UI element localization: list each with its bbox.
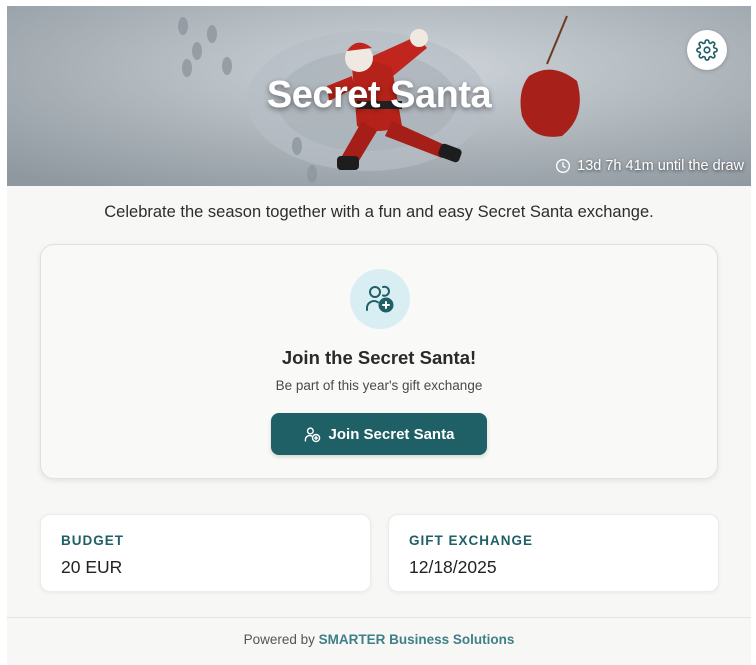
- gear-icon: [696, 39, 718, 61]
- gift-exchange-label: GIFT EXCHANGE: [409, 533, 534, 548]
- user-plus-icon: [364, 283, 396, 315]
- gift-exchange-date: 12/18/2025: [409, 557, 497, 577]
- join-icon-circle: [350, 269, 410, 329]
- settings-button[interactable]: [687, 30, 727, 70]
- user-plus-icon: [304, 426, 321, 443]
- tagline: Celebrate the season together with a fun…: [104, 203, 654, 221]
- countdown-text: 13d 7h 41m until the draw: [577, 158, 744, 174]
- clock-icon: [555, 158, 571, 174]
- countdown: 13d 7h 41m until the draw: [555, 158, 744, 174]
- budget-value: 20 EUR: [61, 557, 123, 577]
- budget-label: BUDGET: [61, 533, 124, 548]
- footer-prefix: Powered by: [243, 632, 319, 647]
- gift-exchange-card: GIFT EXCHANGE 12/18/2025: [388, 514, 719, 592]
- page: Secret Santa 13d 7h 41m until the draw C…: [7, 6, 751, 665]
- join-card: Join the Secret Santa! Be part of this y…: [40, 244, 718, 479]
- footer-link[interactable]: SMARTER Business Solutions: [319, 632, 515, 647]
- join-button-label: Join Secret Santa: [328, 425, 455, 443]
- budget-card: BUDGET 20 EUR: [40, 514, 371, 592]
- join-subtitle: Be part of this year's gift exchange: [275, 378, 483, 393]
- join-title: Join the Secret Santa!: [281, 347, 477, 368]
- footer: Powered by SMARTER Business Solutions: [7, 617, 751, 665]
- hero-banner: Secret Santa 13d 7h 41m until the draw: [7, 6, 751, 186]
- join-secret-santa-button[interactable]: Join Secret Santa: [271, 413, 487, 455]
- hero-title: Secret Santa: [266, 74, 492, 116]
